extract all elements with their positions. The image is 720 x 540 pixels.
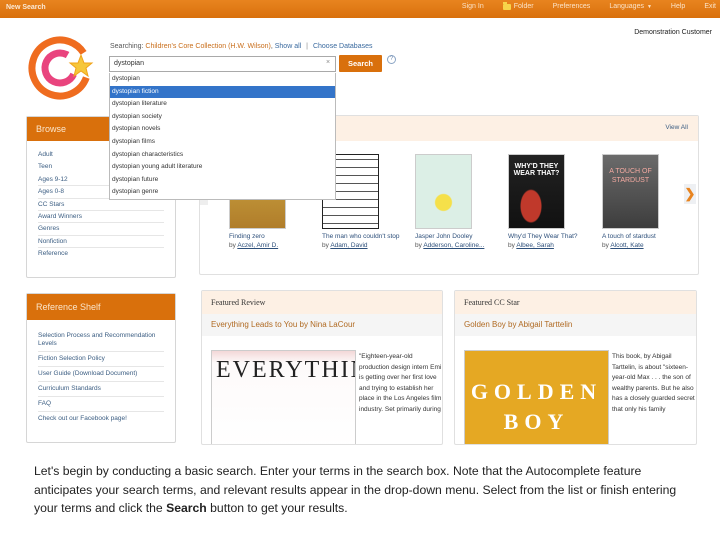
book-title-link[interactable]: Why'd They Wear That? (508, 233, 598, 240)
new-search-link[interactable]: New Search (6, 4, 46, 11)
autocomplete-item[interactable]: dystopian society (110, 111, 335, 124)
book-item: A TOUCH OF STARDUST A touch of stardust by… (602, 154, 692, 249)
book-author-link[interactable]: Adam, David (330, 242, 367, 249)
book-title-link[interactable]: A touch of stardust (602, 233, 692, 240)
folder-icon (502, 1, 511, 10)
book-byline: by Alcott, Kate (602, 242, 692, 249)
featured-star-heading: Featured CC Star (455, 291, 696, 314)
featured-review-title[interactable]: Everything Leads to You by Nina LaCour (202, 314, 442, 336)
featured-star-title[interactable]: Golden Boy by Abigail Tarttelin (455, 314, 696, 336)
top-nav-links: Sign In Folder Preferences Languages ▼ He… (462, 1, 716, 10)
exit-link[interactable]: Exit (704, 3, 716, 10)
languages-label: Languages (609, 3, 644, 10)
searching-line: Searching: Children's Core Collection (H… (110, 43, 373, 50)
searching-label: Searching: (110, 43, 144, 50)
autocomplete-item[interactable]: dystopian films (110, 136, 335, 149)
caret-down-icon: ▼ (646, 3, 652, 10)
book-item: Jasper John Dooley by Adderson, Caroline.… (415, 154, 505, 249)
reference-shelf-panel: Reference Shelf Selection Process and Re… (26, 293, 176, 443)
search-button[interactable]: Search (339, 55, 382, 72)
book-byline: by Aczel, Amir D. (229, 242, 319, 249)
book-item: WHY'D THEY WEAR THAT? Why'd They Wear Tha… (508, 154, 598, 249)
featured-star-cover[interactable]: GOLDEN BOY (464, 350, 609, 444)
autocomplete-item[interactable]: dystopian genre (110, 186, 335, 199)
folder-label: Folder (513, 3, 534, 10)
clear-icon[interactable]: × (326, 59, 330, 66)
by-label: by (415, 242, 422, 249)
customer-name: Demonstration Customer (634, 29, 712, 36)
book-title-link[interactable]: Finding zero (229, 233, 319, 240)
browse-item[interactable]: Nonfiction (38, 236, 164, 249)
book-cover[interactable]: A TOUCH OF STARDUST (602, 154, 659, 229)
reference-shelf-list: Selection Process and Recommendation Lev… (38, 329, 164, 426)
browse-item[interactable]: Genres (38, 223, 164, 236)
reference-shelf-item[interactable]: Curriculum Standards (38, 382, 164, 397)
childrens-core-logo-icon[interactable] (27, 33, 97, 103)
reference-shelf-item[interactable]: Fiction Selection Policy (38, 352, 164, 367)
autocomplete-item[interactable]: dystopian fiction (110, 85, 335, 99)
reference-shelf-item[interactable]: Check out our Facebook page! (38, 412, 164, 426)
book-title-link[interactable]: Jasper John Dooley (415, 233, 505, 240)
browse-item[interactable]: Award Winners (38, 211, 164, 224)
choose-databases-link[interactable]: Choose Databases (313, 43, 373, 50)
autocomplete-item[interactable]: dystopian novels (110, 123, 335, 136)
autocomplete-item[interactable]: dystopian young adult literature (110, 161, 335, 174)
search-input[interactable]: dystopian (109, 56, 336, 72)
book-author-link[interactable]: Adderson, Caroline... (423, 242, 484, 249)
book-title-link[interactable]: The man who couldn't stop (322, 233, 412, 240)
autocomplete-item[interactable]: dystopian characteristics (110, 149, 335, 162)
by-label: by (229, 242, 236, 249)
featured-review-text: "Eighteen-year-old production design int… (359, 353, 442, 413)
by-label: by (602, 242, 609, 249)
book-cover[interactable]: WHY'D THEY WEAR THAT? (508, 154, 565, 229)
caption-bold: Search (166, 501, 207, 515)
book-cover[interactable] (415, 154, 472, 229)
featured-review-panel: Featured Review Everything Leads to You … (201, 290, 443, 445)
book-byline: by Adderson, Caroline... (415, 242, 505, 249)
caption-text-2: button to get your results. (206, 501, 348, 515)
autocomplete-item[interactable]: dystopian future (110, 174, 335, 187)
languages-menu[interactable]: Languages ▼ (609, 3, 652, 10)
sign-in-link[interactable]: Sign In (462, 3, 484, 10)
caption-text-1: Let's begin by conducting a basic search… (34, 464, 677, 515)
featured-star-text: This book, by Abigail Tarttelin, is abou… (612, 353, 695, 413)
separator: | (306, 43, 308, 50)
reference-shelf-item[interactable]: Selection Process and Recommendation Lev… (38, 329, 164, 352)
book-author-link[interactable]: Albee, Sarah (516, 242, 554, 249)
help-link[interactable]: Help (671, 3, 685, 10)
book-byline: by Albee, Sarah (508, 242, 598, 249)
featured-review-cover[interactable]: EVERYTHING (211, 350, 356, 444)
book-author-link[interactable]: Alcott, Kate (610, 242, 643, 249)
reference-shelf-heading: Reference Shelf (27, 294, 175, 320)
by-label: by (508, 242, 515, 249)
by-label: by (322, 242, 329, 249)
reference-shelf-item[interactable]: User Guide (Download Document) (38, 367, 164, 382)
featured-star-panel: Featured CC Star Golden Boy by Abigail T… (454, 290, 697, 445)
featured-review-heading: Featured Review (202, 291, 442, 314)
book-author-link[interactable]: Aczel, Amir D. (237, 242, 278, 249)
reference-shelf-item[interactable]: FAQ (38, 397, 164, 412)
preferences-link[interactable]: Preferences (553, 3, 591, 10)
database-name: Children's Core Collection (H.W. Wilson) (145, 43, 271, 50)
folder-link[interactable]: Folder (502, 1, 534, 10)
show-all-link[interactable]: Show all (275, 43, 301, 50)
tutorial-caption: Let's begin by conducting a basic search… (34, 462, 694, 518)
view-all-link[interactable]: View All (665, 124, 688, 131)
help-icon[interactable]: ? (387, 55, 396, 64)
autocomplete-item[interactable]: dystopian literature (110, 98, 335, 111)
book-byline: by Adam, David (322, 242, 412, 249)
top-nav-bar: New Search Sign In Folder Preferences La… (0, 0, 720, 18)
browse-item[interactable]: CC Stars (38, 199, 164, 211)
autocomplete-item[interactable]: dystopian (110, 73, 335, 86)
autocomplete-dropdown: dystopian dystopian fiction dystopian lite… (109, 73, 336, 200)
browse-item[interactable]: Reference (38, 248, 164, 260)
